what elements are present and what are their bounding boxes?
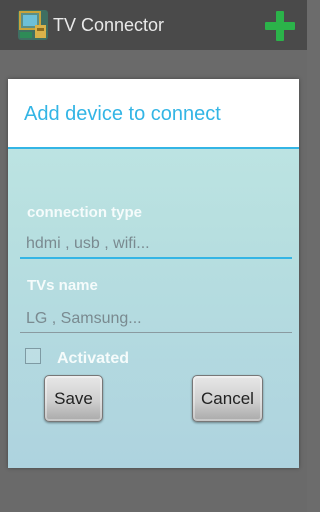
connection-type-input[interactable] (20, 231, 292, 259)
dialog-header: Add device to connect (8, 79, 299, 149)
save-button[interactable]: Save (44, 375, 103, 422)
tv-name-input[interactable] (20, 306, 292, 333)
activated-label: Activated (57, 350, 130, 367)
dialog-title: Add device to connect (24, 103, 221, 125)
tv-connector-app-icon[interactable] (18, 10, 48, 40)
cancel-button[interactable]: Cancel (192, 375, 263, 422)
add-device-dialog: Add device to connect connection type TV… (8, 79, 299, 468)
action-bar: TV Connector (0, 0, 307, 50)
tv-name-label: TVs name (27, 277, 98, 294)
app-title: TV Connector (53, 15, 165, 35)
plus-icon[interactable] (264, 10, 296, 42)
activated-checkbox[interactable] (25, 348, 41, 364)
connection-type-label: connection type (27, 204, 143, 221)
